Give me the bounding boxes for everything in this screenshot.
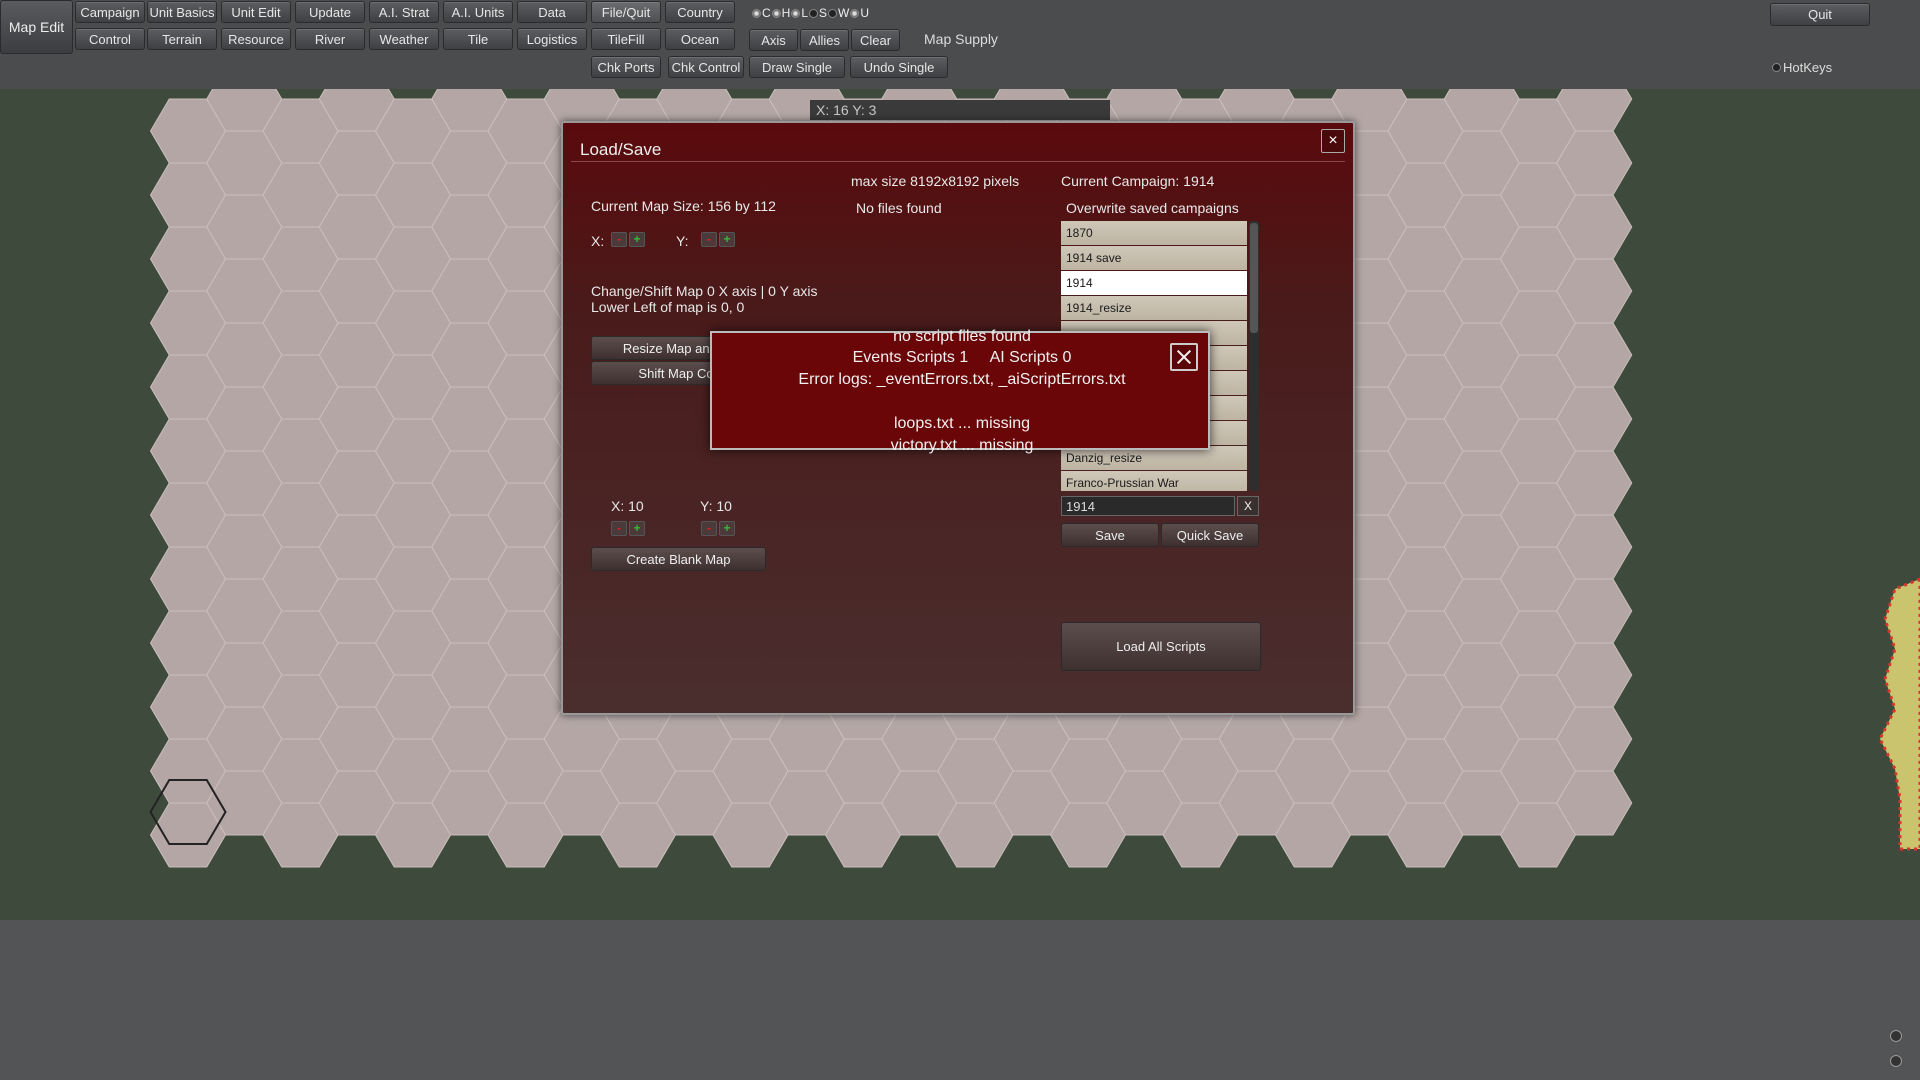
hotkeys-radio[interactable] xyxy=(1772,63,1781,72)
toggle-u-radio[interactable] xyxy=(850,8,860,18)
y-minus-button[interactable]: - xyxy=(701,232,717,247)
list-item[interactable]: 1870 xyxy=(1061,221,1247,245)
blank-x-minus-button[interactable]: - xyxy=(611,521,627,536)
terrain-button[interactable]: Terrain xyxy=(147,28,217,50)
script-error-popup: no script files found Events Scripts 1 A… xyxy=(710,328,1210,454)
current-campaign-text: Current Campaign: 1914 xyxy=(1061,173,1215,189)
x-label: X: xyxy=(591,233,605,249)
toggle-l-radio[interactable] xyxy=(791,8,801,18)
chk-ports-button[interactable]: Chk Ports xyxy=(591,56,661,78)
hotkeys-label: HotKeys xyxy=(1783,60,1833,75)
resource-button[interactable]: Resource xyxy=(221,28,291,50)
popup-line-4: loops.txt ... missing xyxy=(893,415,1031,432)
toggle-c-radio[interactable] xyxy=(752,8,761,18)
file-quit-button[interactable]: File/Quit xyxy=(591,1,661,23)
max-size-text: max size 8192x8192 pixels xyxy=(851,173,1020,189)
blank-y-minus-button[interactable]: - xyxy=(701,521,717,536)
toolbar: Map Edit Campaign Unit Basics Unit Edit … xyxy=(0,0,1920,89)
no-files-text: No files found xyxy=(856,200,942,216)
toggle-group: C H L S W U xyxy=(752,6,869,20)
toggle-l-label: L xyxy=(801,6,809,20)
popup-close-button[interactable] xyxy=(1170,343,1198,371)
popup-line-2: Events Scripts 1 AI Scripts 0 xyxy=(852,349,1072,366)
blank-x-plus-button[interactable]: + xyxy=(629,521,645,536)
draw-single-button[interactable]: Draw Single xyxy=(749,56,845,78)
weather-button[interactable]: Weather xyxy=(369,28,439,50)
list-item[interactable]: 1914_resize xyxy=(1061,296,1247,320)
campaign-button[interactable]: Campaign xyxy=(75,1,145,23)
overwrite-label: Overwrite saved campaigns xyxy=(1066,200,1239,216)
x10-label: X: 10 xyxy=(611,498,644,514)
list-item-selected[interactable]: 1914 xyxy=(1061,271,1247,295)
dialog-title: Load/Save xyxy=(580,140,662,159)
blank-y-plus-button[interactable]: + xyxy=(719,521,735,536)
x-plus-button[interactable]: + xyxy=(629,232,645,247)
x-minus-button[interactable]: - xyxy=(611,232,627,247)
list-item[interactable]: 1914 save xyxy=(1061,246,1247,270)
unit-edit-button[interactable]: Unit Edit xyxy=(221,1,291,23)
shift-info-text: Change/Shift Map 0 X axis | 0 Y axis xyxy=(591,283,818,299)
bottom-panel xyxy=(0,920,1920,1080)
hotkeys-toggle[interactable]: HotKeys xyxy=(1772,60,1832,75)
territory-border xyxy=(1878,577,1920,851)
toggle-h-label: H xyxy=(781,6,791,20)
popup-line-5: victory.txt ... missing xyxy=(890,437,1034,454)
y-label: Y: xyxy=(676,233,689,249)
ai-units-button[interactable]: A.I. Units xyxy=(443,1,513,23)
map-supply-label: Map Supply xyxy=(924,31,998,47)
campaign-name-input[interactable]: 1914 xyxy=(1061,496,1235,516)
save-button[interactable]: Save xyxy=(1061,523,1159,547)
data-button[interactable]: Data xyxy=(517,1,587,23)
toggle-c-label: C xyxy=(762,6,771,20)
quick-save-button[interactable]: Quick Save xyxy=(1161,523,1259,547)
toggle-u-label: U xyxy=(860,6,870,20)
list-item[interactable]: Franco-Prussian War xyxy=(1061,471,1247,491)
unit-basics-button[interactable]: Unit Basics xyxy=(147,1,217,23)
ocean-button[interactable]: Ocean xyxy=(665,28,735,50)
y-plus-button[interactable]: + xyxy=(719,232,735,247)
map-edit-button[interactable]: Map Edit xyxy=(0,0,73,54)
scroll-down-icon[interactable] xyxy=(1890,1055,1902,1067)
toggle-h-radio[interactable] xyxy=(771,8,781,18)
clear-button[interactable]: Clear xyxy=(851,29,900,51)
toggle-s-label: S xyxy=(819,6,828,20)
create-blank-map-button[interactable]: Create Blank Map xyxy=(591,547,766,571)
axis-button[interactable]: Axis xyxy=(749,29,798,51)
toggle-w-label: W xyxy=(838,6,850,20)
dialog-close-button[interactable]: × xyxy=(1321,129,1345,153)
ai-strat-button[interactable]: A.I. Strat xyxy=(369,1,439,23)
control-button[interactable]: Control xyxy=(75,28,145,50)
title-divider xyxy=(571,161,1345,162)
popup-line-3: Error logs: _eventErrors.txt, _aiScriptE… xyxy=(798,371,1126,388)
logistics-button[interactable]: Logistics xyxy=(517,28,587,50)
quit-button[interactable]: Quit xyxy=(1770,3,1870,26)
toggle-s-radio[interactable] xyxy=(809,8,819,18)
undo-single-button[interactable]: Undo Single xyxy=(850,56,948,78)
map-size-text: Current Map Size: 156 by 112 xyxy=(591,198,776,214)
scroll-up-icon[interactable] xyxy=(1890,1030,1902,1042)
tilefill-button[interactable]: TileFill xyxy=(591,28,661,50)
popup-line-1: no script files found xyxy=(893,328,1031,345)
cursor-coordinates: X: 16 Y: 3 xyxy=(810,100,1110,120)
clear-name-button[interactable]: X xyxy=(1237,496,1259,516)
toggle-w-radio[interactable] xyxy=(828,8,838,18)
river-button[interactable]: River xyxy=(295,28,365,50)
scrollbar-thumb[interactable] xyxy=(1250,223,1258,333)
chk-control-button[interactable]: Chk Control xyxy=(668,56,744,78)
country-button[interactable]: Country xyxy=(665,1,735,23)
lower-left-text: Lower Left of map is 0, 0 xyxy=(591,299,745,315)
update-button[interactable]: Update xyxy=(295,1,365,23)
load-all-scripts-button[interactable]: Load All Scripts xyxy=(1061,622,1261,671)
y10-label: Y: 10 xyxy=(700,498,732,514)
allies-button[interactable]: Allies xyxy=(800,29,849,51)
campaign-list-scrollbar[interactable] xyxy=(1249,221,1259,491)
tile-button[interactable]: Tile xyxy=(443,28,513,50)
